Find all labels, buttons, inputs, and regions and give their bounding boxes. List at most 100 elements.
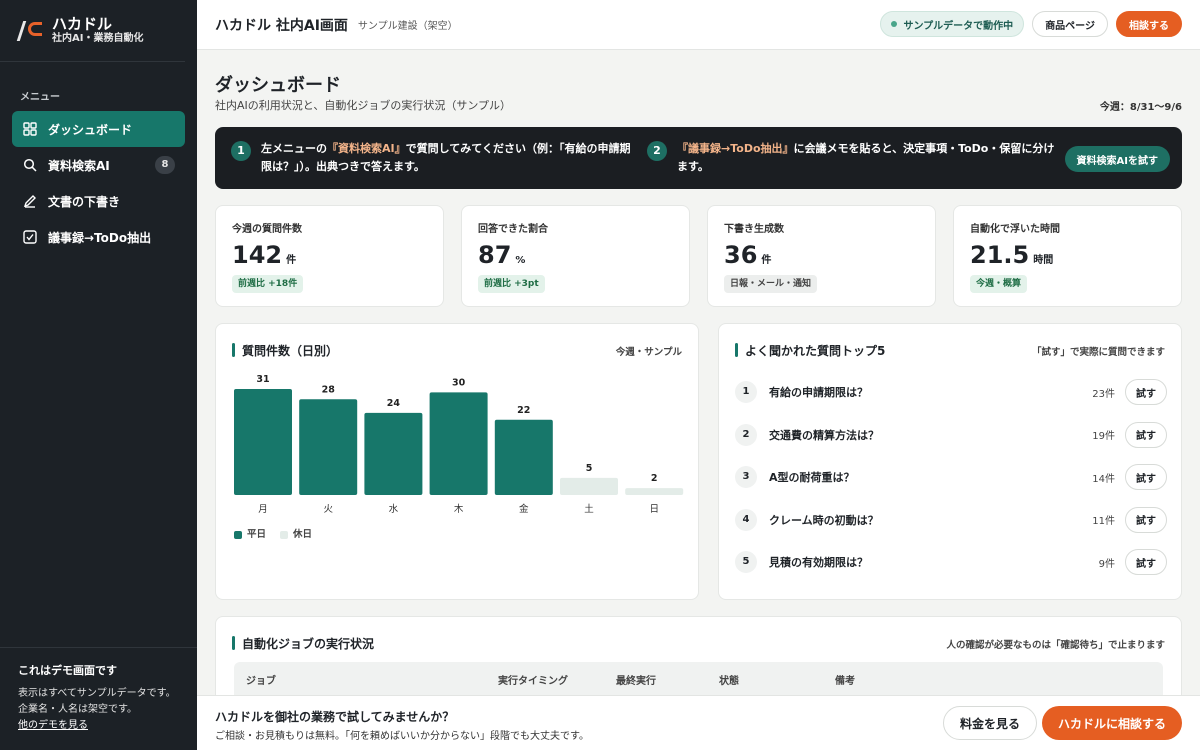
demo-notice-title: これはデモ画面です [18, 664, 117, 677]
card-note: 「試す」で実際に質問できます [1031, 347, 1165, 358]
x-tick-label: 水 [389, 503, 399, 515]
question-text: A型の耐荷重は？ [769, 471, 855, 484]
count-badge: 8 [155, 156, 175, 174]
kpi-card-questions: 今週の質問件数 142 件 前週比 +18件 [215, 205, 444, 307]
column-header: 状態 [719, 675, 739, 687]
kpi-value: 36 [724, 241, 758, 269]
sidebar-item-drafts[interactable]: 文書の下書き [12, 183, 185, 219]
contact-hakadoru-button[interactable]: ハカドルに相談する [1041, 706, 1182, 740]
try-question-button[interactable]: 試す [1125, 464, 1167, 490]
pricing-button[interactable]: 料金を見る [942, 706, 1037, 740]
step-number: 1 [231, 141, 251, 161]
status-text: サンプルデータで動作中 [903, 20, 1014, 32]
search-icon [22, 157, 38, 173]
kpi-unit: 時間 [1033, 255, 1054, 266]
kpi-value: 21.5 [970, 241, 1030, 269]
step1-highlight: 『資料検索AI』 [327, 142, 406, 155]
try-question-button[interactable]: 試す [1125, 379, 1167, 405]
page-subtitle: 社内AIの利用状況と、自動化ジョブの実行状況（サンプル） [215, 99, 511, 112]
topbar: ハカドル 社内AI画面 サンプル建設（架空） サンプルデータで動作中 商品ページ… [197, 0, 1200, 50]
top-questions-card: よく聞かれた質問トップ5 「試す」で実際に質問できます 1 有給の申請期限は？ … [718, 323, 1182, 600]
kpi-label: 下書き生成数 [724, 224, 784, 235]
sidebar-item-minutes-todo[interactable]: 議事録→ToDo抽出 [12, 219, 185, 255]
sidebar-item-search-ai[interactable]: 資料検索AI 8 [12, 147, 185, 183]
question-count: 11件 [1092, 516, 1115, 527]
question-list: 1 有給の申請期限は？ 23件 試す 2 交通費の精算方法は？ 19件 試す 3… [735, 377, 1167, 590]
list-item: 2 交通費の精算方法は？ 19件 試す [735, 420, 1167, 450]
step-number: 2 [647, 141, 667, 161]
sidebar-item-label: ダッシュボード [48, 122, 133, 137]
list-item: 4 クレーム時の初動は？ 11件 試す [735, 505, 1167, 535]
brand-logo-icon [16, 19, 42, 43]
kpi-badge: 前週比 +18件 [232, 275, 304, 293]
chart-bar [429, 392, 488, 495]
kpi-label: 自動化で浮いた時間 [970, 224, 1060, 235]
data-label: 24 [387, 398, 401, 409]
grid-icon [22, 121, 38, 137]
try-question-button[interactable]: 試す [1125, 421, 1167, 448]
rank-number: 4 [735, 508, 757, 531]
card-title: 自動化ジョブの実行状況 [232, 635, 374, 652]
status-dot-icon [891, 21, 898, 27]
data-label: 28 [322, 384, 336, 395]
menu-label: メニュー [20, 92, 60, 103]
demo-notice-desc: 表示はすべてサンプルデータです。企業名・人名は架空です。 [18, 688, 176, 715]
question-count: 23件 [1092, 388, 1115, 400]
kpi-unit: % [515, 255, 526, 266]
chart-bar [625, 488, 684, 495]
status-badge: サンプルデータで動作中 [880, 11, 1025, 37]
question-text: クレーム時の初動は？ [769, 513, 879, 527]
card-title: よく聞かれた質問トップ5 [735, 342, 885, 359]
list-item: 1 有給の申請期限は？ 23件 試す [735, 377, 1167, 407]
kpi-value: 87 [478, 241, 512, 269]
onboarding-banner: 1 左メニューの『資料検索AI』で質問してみてください（例：「有給の申請期限は？… [215, 127, 1182, 189]
chart-bar [299, 399, 358, 495]
consult-button[interactable]: 相談する [1116, 11, 1182, 37]
legend-holiday: 休日 [280, 526, 312, 540]
kpi-value: 142 [232, 241, 283, 269]
column-header: 実行タイミング [498, 675, 568, 687]
question-text: 見積の有効期限は？ [769, 556, 868, 569]
company-name: サンプル建設（架空） [357, 21, 458, 32]
main-content: ダッシュボード 社内AIの利用状況と、自動化ジョブの実行状況（サンプル） 今週：… [197, 50, 1200, 750]
data-label: 2 [651, 473, 658, 484]
step2-highlight: 『議事録→ToDo抽出』 [677, 142, 794, 155]
x-tick-label: 日 [649, 504, 659, 515]
kpi-unit: 件 [286, 255, 297, 266]
kpi-badge: 今週・概算 [970, 275, 1028, 293]
try-question-button[interactable]: 試す [1125, 506, 1167, 533]
rank-number: 3 [735, 466, 757, 488]
week-range: 今週：8/31〜9/6 [1099, 102, 1182, 113]
pen-icon [22, 193, 38, 209]
question-count: 9件 [1098, 558, 1115, 570]
brand[interactable]: ハカドル 社内AI・業務自動化 [0, 0, 185, 62]
list-item: 3 A型の耐荷重は？ 14件 試す [735, 462, 1167, 492]
banner-step-1: 1 左メニューの『資料検索AI』で質問してみてください（例：「有給の申請期限は？… [231, 140, 641, 176]
product-page-button[interactable]: 商品ページ [1032, 11, 1108, 37]
column-header: 最終実行 [616, 675, 656, 687]
cta-bar: ハカドルを御社の業務で試してみませんか？ ご相談・お見積もりは無料。「何を頼めば… [197, 695, 1200, 750]
sidebar-item-label: 文書の下書き [48, 194, 121, 209]
demo-notice: これはデモ画面です 表示はすべてサンプルデータです。企業名・人名は架空です。 他… [0, 647, 197, 750]
page-title: ダッシュボード [215, 75, 341, 96]
app-title: ハカドル 社内AI画面 [215, 17, 348, 34]
sidebar-nav: ダッシュボード 資料検索AI 8 文書の下書き 議事録→ToDo抽出 [0, 111, 197, 255]
sidebar-item-dashboard[interactable]: ダッシュボード [12, 111, 185, 147]
kpi-row: 今週の質問件数 142 件 前週比 +18件 回答できた割合 87% 前週比 +3… [215, 205, 1182, 307]
try-search-ai-button[interactable]: 資料検索AIを試す [1064, 146, 1170, 172]
data-label: 22 [517, 405, 530, 416]
x-tick-label: 土 [584, 503, 594, 515]
chart-bar [494, 419, 553, 495]
x-tick-label: 金 [519, 503, 529, 515]
card-note: 人の確認が必要なものは「確認待ち」で止まります [946, 640, 1165, 651]
rank-number: 5 [735, 551, 757, 573]
legend-label: 平日 [247, 529, 267, 540]
question-text: 交通費の精算方法は？ [769, 428, 879, 442]
question-count: 19件 [1092, 431, 1115, 442]
brand-tagline: 社内AI・業務自動化 [52, 33, 144, 44]
step1-text-pre: 左メニューの [261, 142, 327, 155]
other-demos-link[interactable]: 他のデモを見る [18, 718, 179, 734]
x-tick-label: 木 [454, 503, 464, 515]
try-question-button[interactable]: 試す [1125, 549, 1167, 575]
legend-label: 休日 [293, 529, 313, 540]
